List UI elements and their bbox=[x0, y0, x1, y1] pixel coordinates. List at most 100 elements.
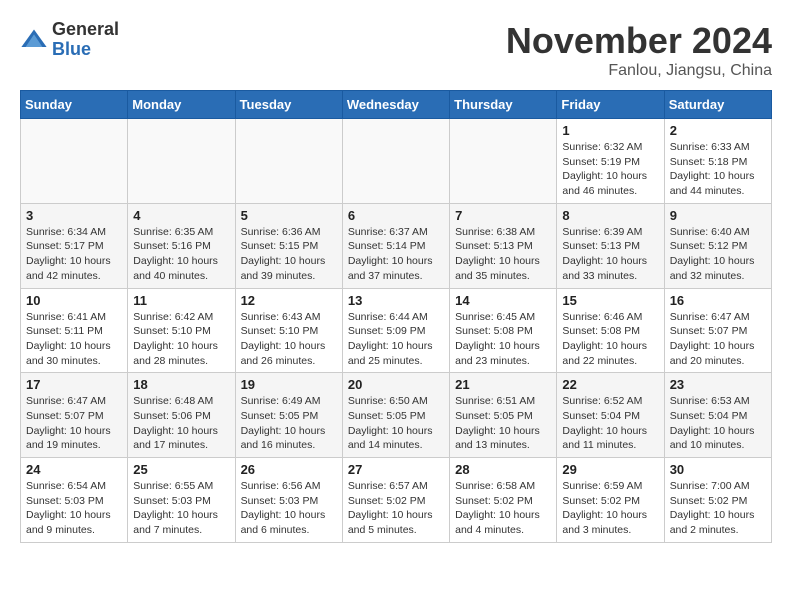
calendar-cell: 21 Sunrise: 6:51 AMSunset: 5:05 PMDayligh… bbox=[450, 373, 557, 458]
calendar-week-row: 24 Sunrise: 6:54 AMSunset: 5:03 PMDayligh… bbox=[21, 458, 772, 543]
day-info: Sunrise: 6:38 AMSunset: 5:13 PMDaylight:… bbox=[455, 225, 551, 284]
weekday-header: Wednesday bbox=[342, 91, 449, 119]
day-number: 26 bbox=[241, 462, 337, 477]
calendar-cell: 7 Sunrise: 6:38 AMSunset: 5:13 PMDaylight… bbox=[450, 203, 557, 288]
weekday-header: Sunday bbox=[21, 91, 128, 119]
calendar-cell: 25 Sunrise: 6:55 AMSunset: 5:03 PMDayligh… bbox=[128, 458, 235, 543]
day-number: 7 bbox=[455, 208, 551, 223]
calendar-cell: 8 Sunrise: 6:39 AMSunset: 5:13 PMDaylight… bbox=[557, 203, 664, 288]
calendar-cell: 2 Sunrise: 6:33 AMSunset: 5:18 PMDaylight… bbox=[664, 119, 771, 204]
day-number: 23 bbox=[670, 377, 766, 392]
calendar-cell: 18 Sunrise: 6:48 AMSunset: 5:06 PMDayligh… bbox=[128, 373, 235, 458]
calendar-cell bbox=[450, 119, 557, 204]
day-number: 29 bbox=[562, 462, 658, 477]
calendar-cell: 29 Sunrise: 6:59 AMSunset: 5:02 PMDayligh… bbox=[557, 458, 664, 543]
day-info: Sunrise: 6:59 AMSunset: 5:02 PMDaylight:… bbox=[562, 479, 658, 538]
day-number: 12 bbox=[241, 293, 337, 308]
day-info: Sunrise: 6:42 AMSunset: 5:10 PMDaylight:… bbox=[133, 310, 229, 369]
calendar-cell: 11 Sunrise: 6:42 AMSunset: 5:10 PMDayligh… bbox=[128, 288, 235, 373]
day-number: 21 bbox=[455, 377, 551, 392]
calendar-cell: 20 Sunrise: 6:50 AMSunset: 5:05 PMDayligh… bbox=[342, 373, 449, 458]
calendar-cell bbox=[21, 119, 128, 204]
day-info: Sunrise: 6:40 AMSunset: 5:12 PMDaylight:… bbox=[670, 225, 766, 284]
day-info: Sunrise: 6:43 AMSunset: 5:10 PMDaylight:… bbox=[241, 310, 337, 369]
day-number: 15 bbox=[562, 293, 658, 308]
day-info: Sunrise: 6:53 AMSunset: 5:04 PMDaylight:… bbox=[670, 394, 766, 453]
calendar-cell: 30 Sunrise: 7:00 AMSunset: 5:02 PMDayligh… bbox=[664, 458, 771, 543]
calendar-week-row: 3Sunrise: 6:34 AMSunset: 5:17 PMDaylight… bbox=[21, 203, 772, 288]
day-info: Sunrise: 6:55 AMSunset: 5:03 PMDaylight:… bbox=[133, 479, 229, 538]
calendar-table: SundayMondayTuesdayWednesdayThursdayFrid… bbox=[20, 90, 772, 543]
calendar-cell: 1Sunrise: 6:32 AMSunset: 5:19 PMDaylight… bbox=[557, 119, 664, 204]
day-number: 14 bbox=[455, 293, 551, 308]
logo-blue: Blue bbox=[52, 40, 119, 60]
calendar-cell: 16Sunrise: 6:47 AMSunset: 5:07 PMDayligh… bbox=[664, 288, 771, 373]
logo-general: General bbox=[52, 20, 119, 40]
day-info: Sunrise: 6:51 AMSunset: 5:05 PMDaylight:… bbox=[455, 394, 551, 453]
day-number: 8 bbox=[562, 208, 658, 223]
day-info: Sunrise: 6:45 AMSunset: 5:08 PMDaylight:… bbox=[455, 310, 551, 369]
calendar-week-row: 17 Sunrise: 6:47 AMSunset: 5:07 PMDayligh… bbox=[21, 373, 772, 458]
day-info: Sunrise: 7:00 AMSunset: 5:02 PMDaylight:… bbox=[670, 479, 766, 538]
day-info: Sunrise: 6:54 AMSunset: 5:03 PMDaylight:… bbox=[26, 479, 122, 538]
title-block: November 2024 Fanlou, Jiangsu, China bbox=[506, 20, 772, 80]
day-number: 5 bbox=[241, 208, 337, 223]
day-number: 30 bbox=[670, 462, 766, 477]
weekday-header: Friday bbox=[557, 91, 664, 119]
day-info: Sunrise: 6:49 AMSunset: 5:05 PMDaylight:… bbox=[241, 394, 337, 453]
calendar-week-row: 10Sunrise: 6:41 AMSunset: 5:11 PMDayligh… bbox=[21, 288, 772, 373]
day-number: 18 bbox=[133, 377, 229, 392]
day-info: Sunrise: 6:32 AMSunset: 5:19 PMDaylight:… bbox=[562, 140, 658, 199]
day-info: Sunrise: 6:50 AMSunset: 5:05 PMDaylight:… bbox=[348, 394, 444, 453]
day-number: 19 bbox=[241, 377, 337, 392]
day-info: Sunrise: 6:47 AMSunset: 5:07 PMDaylight:… bbox=[26, 394, 122, 453]
calendar-cell: 3Sunrise: 6:34 AMSunset: 5:17 PMDaylight… bbox=[21, 203, 128, 288]
day-number: 22 bbox=[562, 377, 658, 392]
calendar-cell: 15Sunrise: 6:46 AMSunset: 5:08 PMDayligh… bbox=[557, 288, 664, 373]
calendar-cell: 5Sunrise: 6:36 AMSunset: 5:15 PMDaylight… bbox=[235, 203, 342, 288]
day-info: Sunrise: 6:39 AMSunset: 5:13 PMDaylight:… bbox=[562, 225, 658, 284]
calendar-header-row: SundayMondayTuesdayWednesdayThursdayFrid… bbox=[21, 91, 772, 119]
day-number: 10 bbox=[26, 293, 122, 308]
day-info: Sunrise: 6:52 AMSunset: 5:04 PMDaylight:… bbox=[562, 394, 658, 453]
calendar-cell: 28 Sunrise: 6:58 AMSunset: 5:02 PMDayligh… bbox=[450, 458, 557, 543]
calendar-cell: 6 Sunrise: 6:37 AMSunset: 5:14 PMDaylight… bbox=[342, 203, 449, 288]
day-number: 6 bbox=[348, 208, 444, 223]
calendar-cell: 12 Sunrise: 6:43 AMSunset: 5:10 PMDayligh… bbox=[235, 288, 342, 373]
calendar-cell: 13Sunrise: 6:44 AMSunset: 5:09 PMDayligh… bbox=[342, 288, 449, 373]
weekday-header: Thursday bbox=[450, 91, 557, 119]
day-number: 11 bbox=[133, 293, 229, 308]
logo-text: General Blue bbox=[52, 20, 119, 60]
day-info: Sunrise: 6:56 AMSunset: 5:03 PMDaylight:… bbox=[241, 479, 337, 538]
calendar-cell: 4 Sunrise: 6:35 AMSunset: 5:16 PMDaylight… bbox=[128, 203, 235, 288]
logo-icon bbox=[20, 26, 48, 54]
day-number: 24 bbox=[26, 462, 122, 477]
calendar-cell: 24 Sunrise: 6:54 AMSunset: 5:03 PMDayligh… bbox=[21, 458, 128, 543]
day-info: Sunrise: 6:57 AMSunset: 5:02 PMDaylight:… bbox=[348, 479, 444, 538]
page-header: General Blue November 2024 Fanlou, Jiang… bbox=[20, 20, 772, 80]
calendar-cell: 27Sunrise: 6:57 AMSunset: 5:02 PMDayligh… bbox=[342, 458, 449, 543]
day-number: 2 bbox=[670, 123, 766, 138]
calendar-cell: 17 Sunrise: 6:47 AMSunset: 5:07 PMDayligh… bbox=[21, 373, 128, 458]
day-info: Sunrise: 6:48 AMSunset: 5:06 PMDaylight:… bbox=[133, 394, 229, 453]
day-number: 28 bbox=[455, 462, 551, 477]
calendar-cell bbox=[128, 119, 235, 204]
day-info: Sunrise: 6:58 AMSunset: 5:02 PMDaylight:… bbox=[455, 479, 551, 538]
calendar-cell: 9 Sunrise: 6:40 AMSunset: 5:12 PMDaylight… bbox=[664, 203, 771, 288]
day-info: Sunrise: 6:35 AMSunset: 5:16 PMDaylight:… bbox=[133, 225, 229, 284]
day-number: 13 bbox=[348, 293, 444, 308]
weekday-header: Tuesday bbox=[235, 91, 342, 119]
day-number: 20 bbox=[348, 377, 444, 392]
day-info: Sunrise: 6:37 AMSunset: 5:14 PMDaylight:… bbox=[348, 225, 444, 284]
location-title: Fanlou, Jiangsu, China bbox=[506, 62, 772, 80]
weekday-header: Monday bbox=[128, 91, 235, 119]
day-number: 25 bbox=[133, 462, 229, 477]
day-number: 9 bbox=[670, 208, 766, 223]
calendar-cell: 14 Sunrise: 6:45 AMSunset: 5:08 PMDayligh… bbox=[450, 288, 557, 373]
day-number: 17 bbox=[26, 377, 122, 392]
day-info: Sunrise: 6:33 AMSunset: 5:18 PMDaylight:… bbox=[670, 140, 766, 199]
day-number: 4 bbox=[133, 208, 229, 223]
day-info: Sunrise: 6:34 AMSunset: 5:17 PMDaylight:… bbox=[26, 225, 122, 284]
logo: General Blue bbox=[20, 20, 119, 60]
day-info: Sunrise: 6:47 AMSunset: 5:07 PMDaylight:… bbox=[670, 310, 766, 369]
